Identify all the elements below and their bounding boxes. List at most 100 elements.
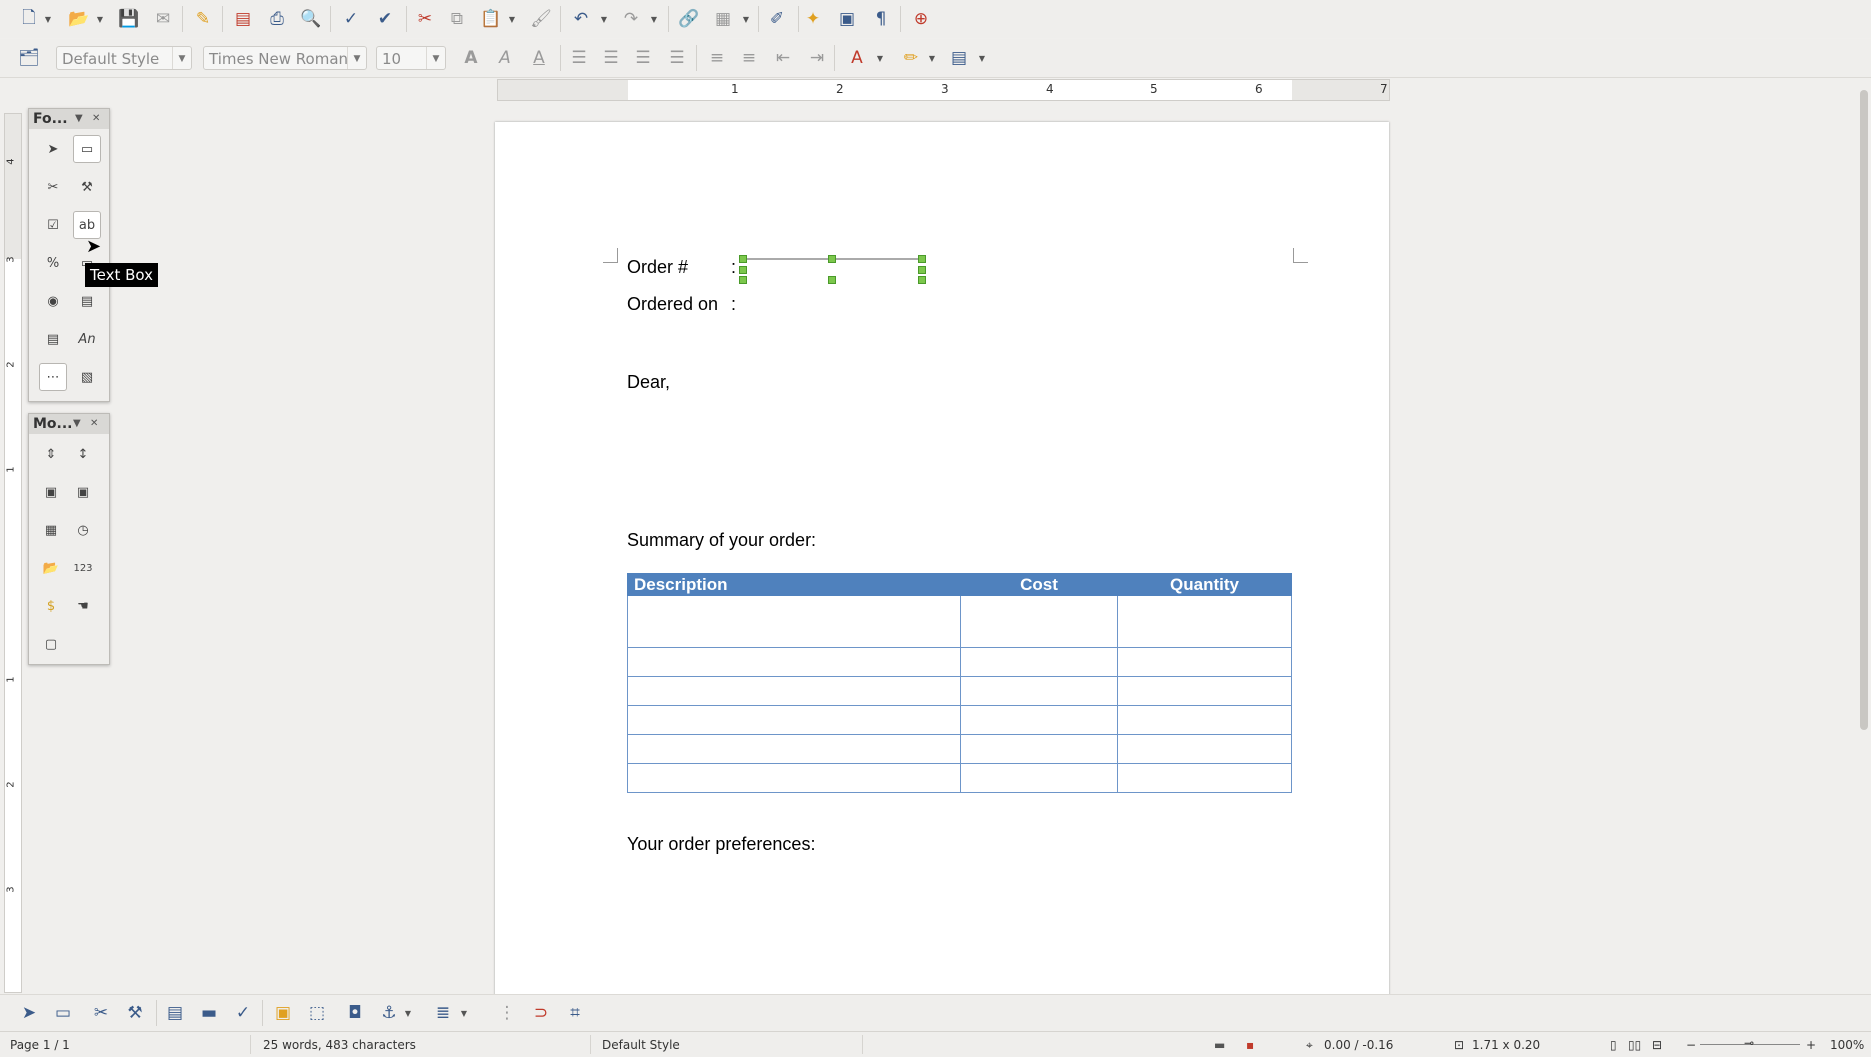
font-color-icon[interactable]: A	[844, 45, 870, 71]
table-cell[interactable]	[627, 595, 961, 648]
vertical-ruler[interactable]: 4 3 2 1 1 2 3	[4, 113, 22, 993]
word-count[interactable]: 25 words, 483 characters	[263, 1038, 416, 1052]
highlighting-dropdown-arrow[interactable]: ▼	[928, 45, 936, 71]
chevron-down-icon[interactable]: ▼	[426, 47, 445, 69]
selection-handle[interactable]	[739, 266, 747, 274]
new-dropdown-arrow[interactable]: ▼	[44, 6, 52, 32]
bullets-icon[interactable]: ≡	[736, 45, 762, 71]
image-button-icon[interactable]: ▣	[37, 478, 65, 506]
selection-mode-icon[interactable]: ▬	[1214, 1038, 1225, 1052]
table-cell[interactable]	[960, 647, 1118, 677]
group-box-icon[interactable]: ▢	[37, 630, 65, 658]
table-cell[interactable]	[627, 734, 961, 764]
control-wizards-icon[interactable]: ⚒	[73, 173, 101, 201]
select-pointer-icon[interactable]: ➤	[39, 135, 67, 163]
document-page[interactable]: Order # : Ordered on : Dear, Summary of …	[495, 122, 1389, 1002]
spellcheck-icon[interactable]: ✓	[338, 6, 364, 32]
align-icon[interactable]: ≣	[430, 1000, 456, 1026]
table-cell[interactable]	[1117, 734, 1292, 764]
increase-indent-icon[interactable]: ⇥	[804, 45, 830, 71]
design-mode-icon[interactable]: ✂	[39, 173, 67, 201]
zoom-slider-handle[interactable]: ⊸	[1744, 1036, 1754, 1050]
table-header-cost[interactable]: Cost	[960, 573, 1118, 596]
table-dropdown-arrow[interactable]: ▼	[742, 6, 750, 32]
undo-dropdown-arrow[interactable]: ▼	[600, 6, 608, 32]
underline-icon[interactable]: A	[526, 45, 552, 71]
selection-handle[interactable]	[739, 276, 747, 284]
align-dropdown-arrow[interactable]: ▼	[460, 1000, 468, 1026]
cut-icon[interactable]: ✂	[412, 6, 438, 32]
align-center-icon[interactable]: ☰	[598, 45, 624, 71]
panel-menu-arrow-icon[interactable]: ▼	[75, 109, 83, 129]
table-cell[interactable]	[960, 734, 1118, 764]
table-cell[interactable]	[627, 676, 961, 706]
open-dropdown-arrow[interactable]: ▼	[96, 6, 104, 32]
autospellcheck-icon[interactable]: ✔	[372, 6, 398, 32]
activation-order-icon[interactable]: ✓	[230, 1000, 256, 1026]
table-header-quantity[interactable]: Quantity	[1117, 573, 1292, 596]
more-controls-title-bar[interactable]: Mo... ▼ ✕	[29, 414, 109, 434]
selection-handle[interactable]	[828, 276, 836, 284]
table-header-description[interactable]: Description	[627, 573, 961, 596]
file-selection-icon[interactable]: 📂	[37, 554, 65, 582]
clone-formatting-icon[interactable]: 🖌	[528, 6, 554, 32]
form-controls-title-bar[interactable]: Fo... ▼ ✕	[29, 109, 109, 129]
navigator-icon[interactable]: ✦	[800, 6, 826, 32]
save-icon[interactable]: 💾	[116, 6, 142, 32]
open-folder-icon[interactable]: 📂	[66, 6, 92, 32]
formatted-field-icon[interactable]: %	[39, 249, 67, 277]
selection-handle[interactable]	[739, 255, 747, 263]
checkbox-icon[interactable]: ☑	[39, 211, 67, 239]
zoom-level[interactable]: 100%	[1830, 1038, 1864, 1052]
paste-dropdown-arrow[interactable]: ▼	[508, 6, 516, 32]
gallery-icon[interactable]: ▣	[834, 6, 860, 32]
scrollbar-thumb[interactable]	[1860, 90, 1868, 730]
snap-to-grid-icon[interactable]: ⊃	[528, 1000, 554, 1026]
chevron-down-icon[interactable]: ▼	[347, 47, 366, 69]
table-cell[interactable]	[960, 676, 1118, 706]
anchor-dropdown-arrow[interactable]: ▼	[404, 1000, 412, 1026]
select-pointer-icon[interactable]: ➤	[16, 1000, 42, 1026]
numerical-field-icon[interactable]: 123	[69, 554, 97, 582]
export-pdf-icon[interactable]: ▤	[230, 6, 256, 32]
horizontal-ruler[interactable]: 1 2 3 4 5 6 7	[497, 79, 1390, 101]
table-cell[interactable]	[960, 595, 1118, 648]
formatting-marks-icon[interactable]: ¶	[868, 6, 894, 32]
image-control-icon[interactable]: ▣	[69, 478, 97, 506]
group-icon[interactable]: ⬚	[304, 1000, 330, 1026]
copy-icon[interactable]: ⧉	[444, 6, 470, 32]
background-color-icon[interactable]: ▤	[946, 45, 972, 71]
table-cell[interactable]	[1117, 705, 1292, 735]
more-controls-icon[interactable]: ⋯	[39, 363, 67, 391]
book-view-icon[interactable]: ⊟	[1652, 1038, 1662, 1052]
align-left-icon[interactable]: ☰	[566, 45, 592, 71]
selection-handle[interactable]	[918, 266, 926, 274]
list-box-icon[interactable]: ▤	[73, 287, 101, 315]
combo-box-icon[interactable]: ▤	[39, 325, 67, 353]
table-cell[interactable]	[627, 763, 961, 793]
highlighting-icon[interactable]: ✏	[898, 45, 924, 71]
table-cell[interactable]	[1117, 595, 1292, 648]
order-summary-table[interactable]: Description Cost Quantity	[627, 573, 1292, 793]
table-cell[interactable]	[960, 705, 1118, 735]
redo-icon[interactable]: ↷	[618, 6, 644, 32]
paste-icon[interactable]: 📋	[478, 6, 504, 32]
control-properties-icon[interactable]: ▤	[162, 1000, 188, 1026]
form-properties-icon[interactable]: ▬	[196, 1000, 222, 1026]
panel-menu-arrow-icon[interactable]: ▼	[73, 414, 81, 434]
scrollbar-icon[interactable]: ↕	[69, 440, 97, 468]
selection-handle[interactable]	[918, 276, 926, 284]
selection-handle[interactable]	[918, 255, 926, 263]
form-design-icon[interactable]: ▧	[73, 363, 101, 391]
page-style[interactable]: Default Style	[602, 1038, 680, 1052]
draw-functions-icon[interactable]: ✐	[764, 6, 790, 32]
print-icon[interactable]: ⎙	[264, 6, 290, 32]
design-mode-icon[interactable]: ▭	[50, 1000, 76, 1026]
push-button-icon[interactable]: ▭	[73, 135, 101, 163]
selection-handle[interactable]	[828, 255, 836, 263]
text-box-icon[interactable]: ab	[73, 211, 101, 239]
hyperlink-icon[interactable]: 🔗	[676, 6, 702, 32]
spin-button-icon[interactable]: ⇕	[37, 440, 65, 468]
vertical-scrollbar[interactable]	[1857, 80, 1871, 992]
chevron-down-icon[interactable]: ▼	[172, 47, 191, 69]
